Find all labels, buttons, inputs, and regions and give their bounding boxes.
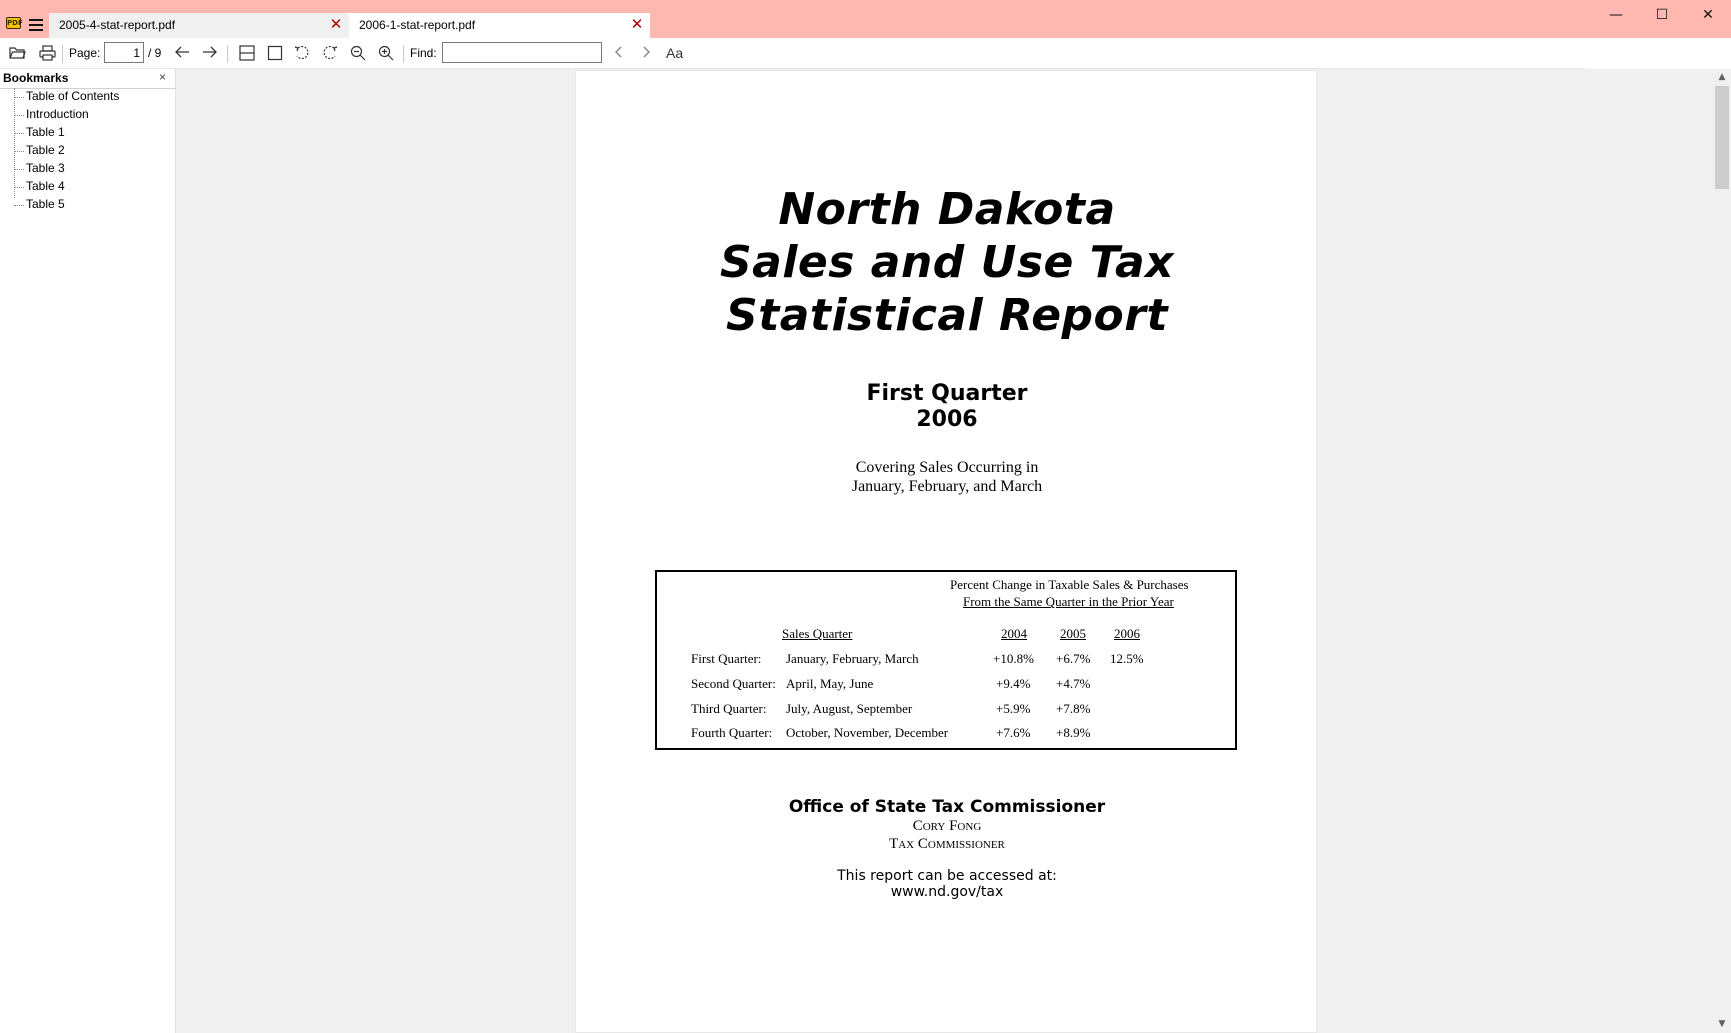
zoom-in-icon[interactable]	[376, 43, 396, 63]
year-heading: 2006	[916, 407, 978, 432]
previous-page-icon[interactable]	[172, 43, 192, 63]
page-total: / 9	[148, 46, 162, 60]
tab-2005-4-stat-report[interactable]: 2005-4-stat-report.pdf ✕	[49, 13, 349, 38]
minimize-button[interactable]: —	[1593, 4, 1639, 26]
title-bar: PDF 2005-4-stat-report.pdf ✕ 2006-1-stat…	[0, 0, 1731, 38]
report-title-line: Statistical Report	[726, 290, 1168, 341]
covering-text: Covering Sales Occurring in	[855, 459, 1039, 476]
tab-close-icon[interactable]: ✕	[329, 13, 343, 38]
toolbar-divider	[62, 45, 63, 63]
table-cell: +5.9%	[996, 701, 1031, 716]
tab-label: 2006-1-stat-report.pdf	[359, 18, 476, 32]
pdf-page: North Dakota Sales and Use Tax Statistic…	[575, 70, 1317, 1033]
sidebar-header: Bookmarks ×	[0, 69, 176, 89]
table-cell: +7.6%	[996, 725, 1031, 740]
open-file-icon[interactable]	[7, 43, 27, 63]
tab-close-icon[interactable]: ✕	[630, 13, 644, 38]
maximize-button[interactable]: ☐	[1639, 4, 1685, 26]
column-header: 2005	[1060, 626, 1086, 641]
access-text: This report can be accessed at:	[837, 868, 1057, 884]
covering-text: January, February, and March	[851, 478, 1043, 495]
commissioner-title: Tax Commissioner	[889, 836, 1005, 852]
table-cell: +10.8%	[993, 651, 1034, 666]
page-label: Page:	[69, 46, 101, 60]
toolbar-divider	[227, 45, 228, 63]
bookmark-item[interactable]: Table 4	[14, 178, 174, 196]
rotate-right-icon[interactable]	[320, 43, 340, 63]
table-heading: Percent Change in Taxable Sales & Purcha…	[950, 577, 1189, 592]
report-title-line: North Dakota	[778, 184, 1116, 235]
bookmark-item[interactable]: Table 5	[14, 196, 174, 214]
table-cell: January, February, March	[786, 651, 919, 666]
bookmark-item[interactable]: Table 2	[14, 142, 174, 160]
fit-page-icon[interactable]	[265, 43, 285, 63]
document-viewer[interactable]: North Dakota Sales and Use Tax Statistic…	[176, 69, 1713, 1033]
table-cell: +7.8%	[1056, 701, 1091, 716]
find-label: Find:	[410, 46, 437, 60]
scroll-down-arrow-icon[interactable]: ▼	[1713, 1016, 1731, 1033]
report-url: www.nd.gov/tax	[890, 884, 1004, 900]
column-header: Sales Quarter	[782, 626, 853, 641]
match-case-toggle[interactable]: Aa	[666, 43, 683, 63]
rotate-left-icon[interactable]	[292, 43, 312, 63]
find-previous-icon[interactable]	[609, 43, 629, 63]
table-subheading: From the Same Quarter in the Prior Year	[963, 594, 1174, 609]
table-cell: +4.7%	[1056, 676, 1091, 691]
find-input[interactable]	[442, 42, 602, 63]
table-cell: Second Quarter:	[691, 676, 776, 691]
close-sidebar-icon[interactable]: ×	[159, 70, 166, 84]
vertical-scrollbar[interactable]: ▲ ▼	[1713, 69, 1731, 1033]
table-cell: Fourth Quarter:	[691, 725, 773, 740]
toolbar: Page: / 9 Find: Aa	[0, 38, 1585, 69]
zoom-out-icon[interactable]	[348, 43, 368, 63]
print-icon[interactable]	[37, 43, 57, 63]
bookmark-item[interactable]: Table 3	[14, 160, 174, 178]
toolbar-divider	[403, 45, 404, 63]
tab-label: 2005-4-stat-report.pdf	[59, 18, 176, 32]
report-title-line: Sales and Use Tax	[719, 237, 1175, 288]
app-logo-icon: PDF	[6, 17, 23, 29]
table-cell: +8.9%	[1056, 725, 1091, 740]
bookmark-item[interactable]: Table 1	[14, 124, 174, 142]
column-header: 2006	[1114, 626, 1140, 641]
table-cell: October, November, December	[786, 725, 949, 740]
close-window-button[interactable]: ✕	[1685, 4, 1731, 26]
scroll-up-arrow-icon[interactable]: ▲	[1713, 69, 1731, 86]
tab-2006-1-stat-report[interactable]: 2006-1-stat-report.pdf ✕	[349, 13, 650, 38]
column-header: 2004	[1001, 626, 1027, 641]
percent-change-table: Percent Change in Taxable Sales & Purcha…	[655, 570, 1237, 750]
bookmarks-sidebar: Bookmarks × Table of Contents Introducti…	[0, 69, 176, 1033]
table-cell: April, May, June	[786, 676, 874, 691]
quarter-heading: First Quarter	[866, 381, 1028, 406]
find-next-icon[interactable]	[636, 43, 656, 63]
scroll-thumb[interactable]	[1715, 86, 1729, 189]
fit-width-icon[interactable]	[237, 43, 257, 63]
table-cell: +9.4%	[996, 676, 1031, 691]
page-number-input[interactable]	[104, 42, 144, 63]
next-page-icon[interactable]	[200, 43, 220, 63]
table-cell: Third Quarter:	[691, 701, 767, 716]
sidebar-title: Bookmarks	[3, 71, 69, 85]
bookmark-item[interactable]: Introduction	[14, 106, 174, 124]
table-cell: 12.5%	[1110, 651, 1144, 666]
table-cell: First Quarter:	[691, 651, 762, 666]
office-name: Office of State Tax Commissioner	[788, 797, 1106, 817]
bookmark-item[interactable]: Table of Contents	[14, 88, 174, 106]
table-cell: +6.7%	[1056, 651, 1091, 666]
commissioner-name: Cory Fong	[912, 818, 982, 834]
table-cell: July, August, September	[786, 701, 913, 716]
hamburger-menu-icon[interactable]	[29, 19, 43, 31]
